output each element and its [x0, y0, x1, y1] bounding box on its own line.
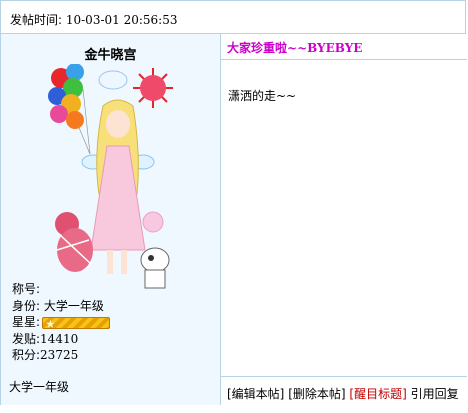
user-posts-label: 发贴:	[12, 331, 41, 346]
avatar	[48, 64, 173, 289]
post-content-panel: 大家珍重啦~~BYEBYE 潇洒的走~~ [编辑本帖] [删除本帖] [醒目标题…	[221, 34, 467, 405]
post-title-text: 大家珍重啦	[227, 41, 288, 55]
post-title-row: 大家珍重啦~~BYEBYE	[221, 34, 467, 60]
star-rating-bar: ★	[42, 316, 111, 331]
post-header: 发帖时间: 10-03-01 20:56:53	[0, 0, 466, 34]
post-time-value: 10-03-01 20:56:53	[65, 13, 178, 27]
user-points-value: 23725	[40, 348, 79, 362]
user-stars: 星星: ★	[12, 314, 111, 331]
star-icon: ★	[45, 316, 56, 331]
post-table: 金牛晓宫 称号: 身份: 大学一年级 星星: ★ 发贴:14410 积分:237…	[0, 34, 467, 405]
user-stars-label: 星星:	[12, 315, 41, 329]
user-posts-value: 14410	[40, 331, 79, 346]
edit-post-link[interactable]: [编辑本帖]	[227, 387, 284, 401]
quote-reply-link[interactable]: 引用回复	[411, 387, 459, 401]
post-title: 大家珍重啦~~BYEBYE	[227, 39, 362, 56]
user-posts: 发贴:14410	[12, 331, 110, 348]
post-body: 潇洒的走~~	[228, 89, 297, 103]
user-info: 称号: 身份: 大学一年级 星星: ★ 发贴:14410 积分:23725	[12, 281, 111, 364]
username[interactable]: 金牛晓宫	[1, 44, 220, 63]
post-time: 发帖时间: 10-03-01 20:56:53	[10, 11, 178, 28]
delete-post-link[interactable]: [删除本帖]	[288, 387, 345, 401]
post-title-suffix: ~~BYEBYE	[287, 41, 363, 55]
user-identity: 身份: 大学一年级	[12, 298, 104, 313]
user-panel: 金牛晓宫 称号: 身份: 大学一年级 星星: ★ 发贴:14410 积分:237…	[1, 34, 221, 405]
user-title-label: 称号:	[12, 282, 41, 296]
user-points: 积分:23725	[12, 347, 110, 364]
user-points-label: 积分:	[12, 348, 41, 362]
user-rank: 大学一年级	[9, 380, 70, 394]
highlight-title-link[interactable]: [醒目标题]	[349, 387, 406, 401]
post-time-label: 发帖时间:	[10, 13, 66, 27]
post-actions: [编辑本帖] [删除本帖] [醒目标题] 引用回复	[221, 376, 467, 405]
